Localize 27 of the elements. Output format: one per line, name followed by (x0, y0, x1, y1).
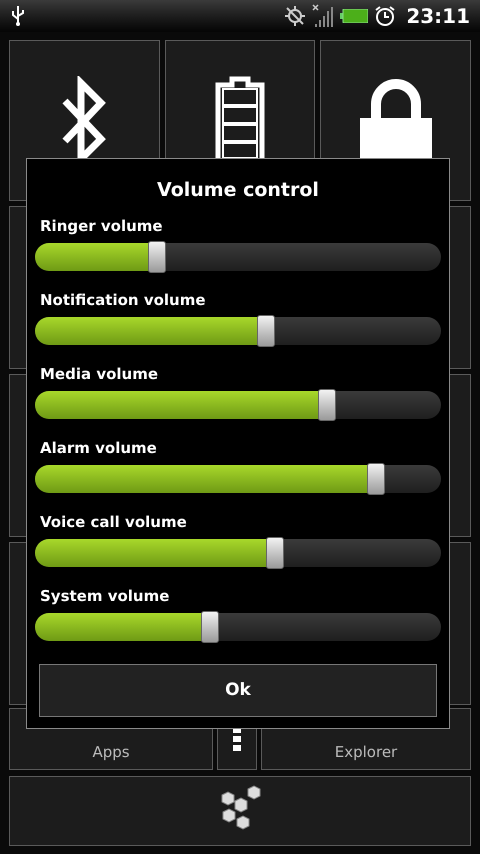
slider-label: System volume (39, 586, 170, 604)
slider-label: Media volume (39, 364, 160, 382)
slider-label: Ringer volume (39, 216, 164, 234)
usb-icon (10, 5, 26, 27)
slider-label: Alarm volume (39, 438, 158, 456)
slider-thumb[interactable] (200, 610, 219, 642)
dock-bar[interactable] (9, 776, 471, 846)
slider-thumb[interactable] (318, 388, 336, 420)
volume-slider[interactable] (35, 316, 441, 344)
alarm-clock-icon (374, 5, 396, 27)
slider-thumb[interactable] (257, 314, 276, 346)
dialog-title: Volume control (156, 178, 320, 203)
slider-label: Notification volume (39, 290, 207, 308)
volume-slider[interactable] (35, 612, 441, 640)
slider-thumb[interactable] (266, 536, 284, 568)
gps-off-icon (284, 5, 306, 27)
slider-thumb[interactable] (367, 462, 386, 494)
volume-slider[interactable] (35, 464, 441, 492)
volume-slider[interactable] (35, 538, 441, 566)
slider-label: Voice call volume (39, 512, 188, 530)
ok-button[interactable]: Ok (39, 664, 437, 717)
no-signal-icon (312, 4, 334, 28)
clock-time: 23:11 (406, 3, 470, 30)
battery-icon (340, 9, 368, 23)
slider-thumb[interactable] (148, 240, 166, 272)
volume-slider[interactable] (35, 390, 441, 418)
volume-slider[interactable] (35, 242, 441, 270)
